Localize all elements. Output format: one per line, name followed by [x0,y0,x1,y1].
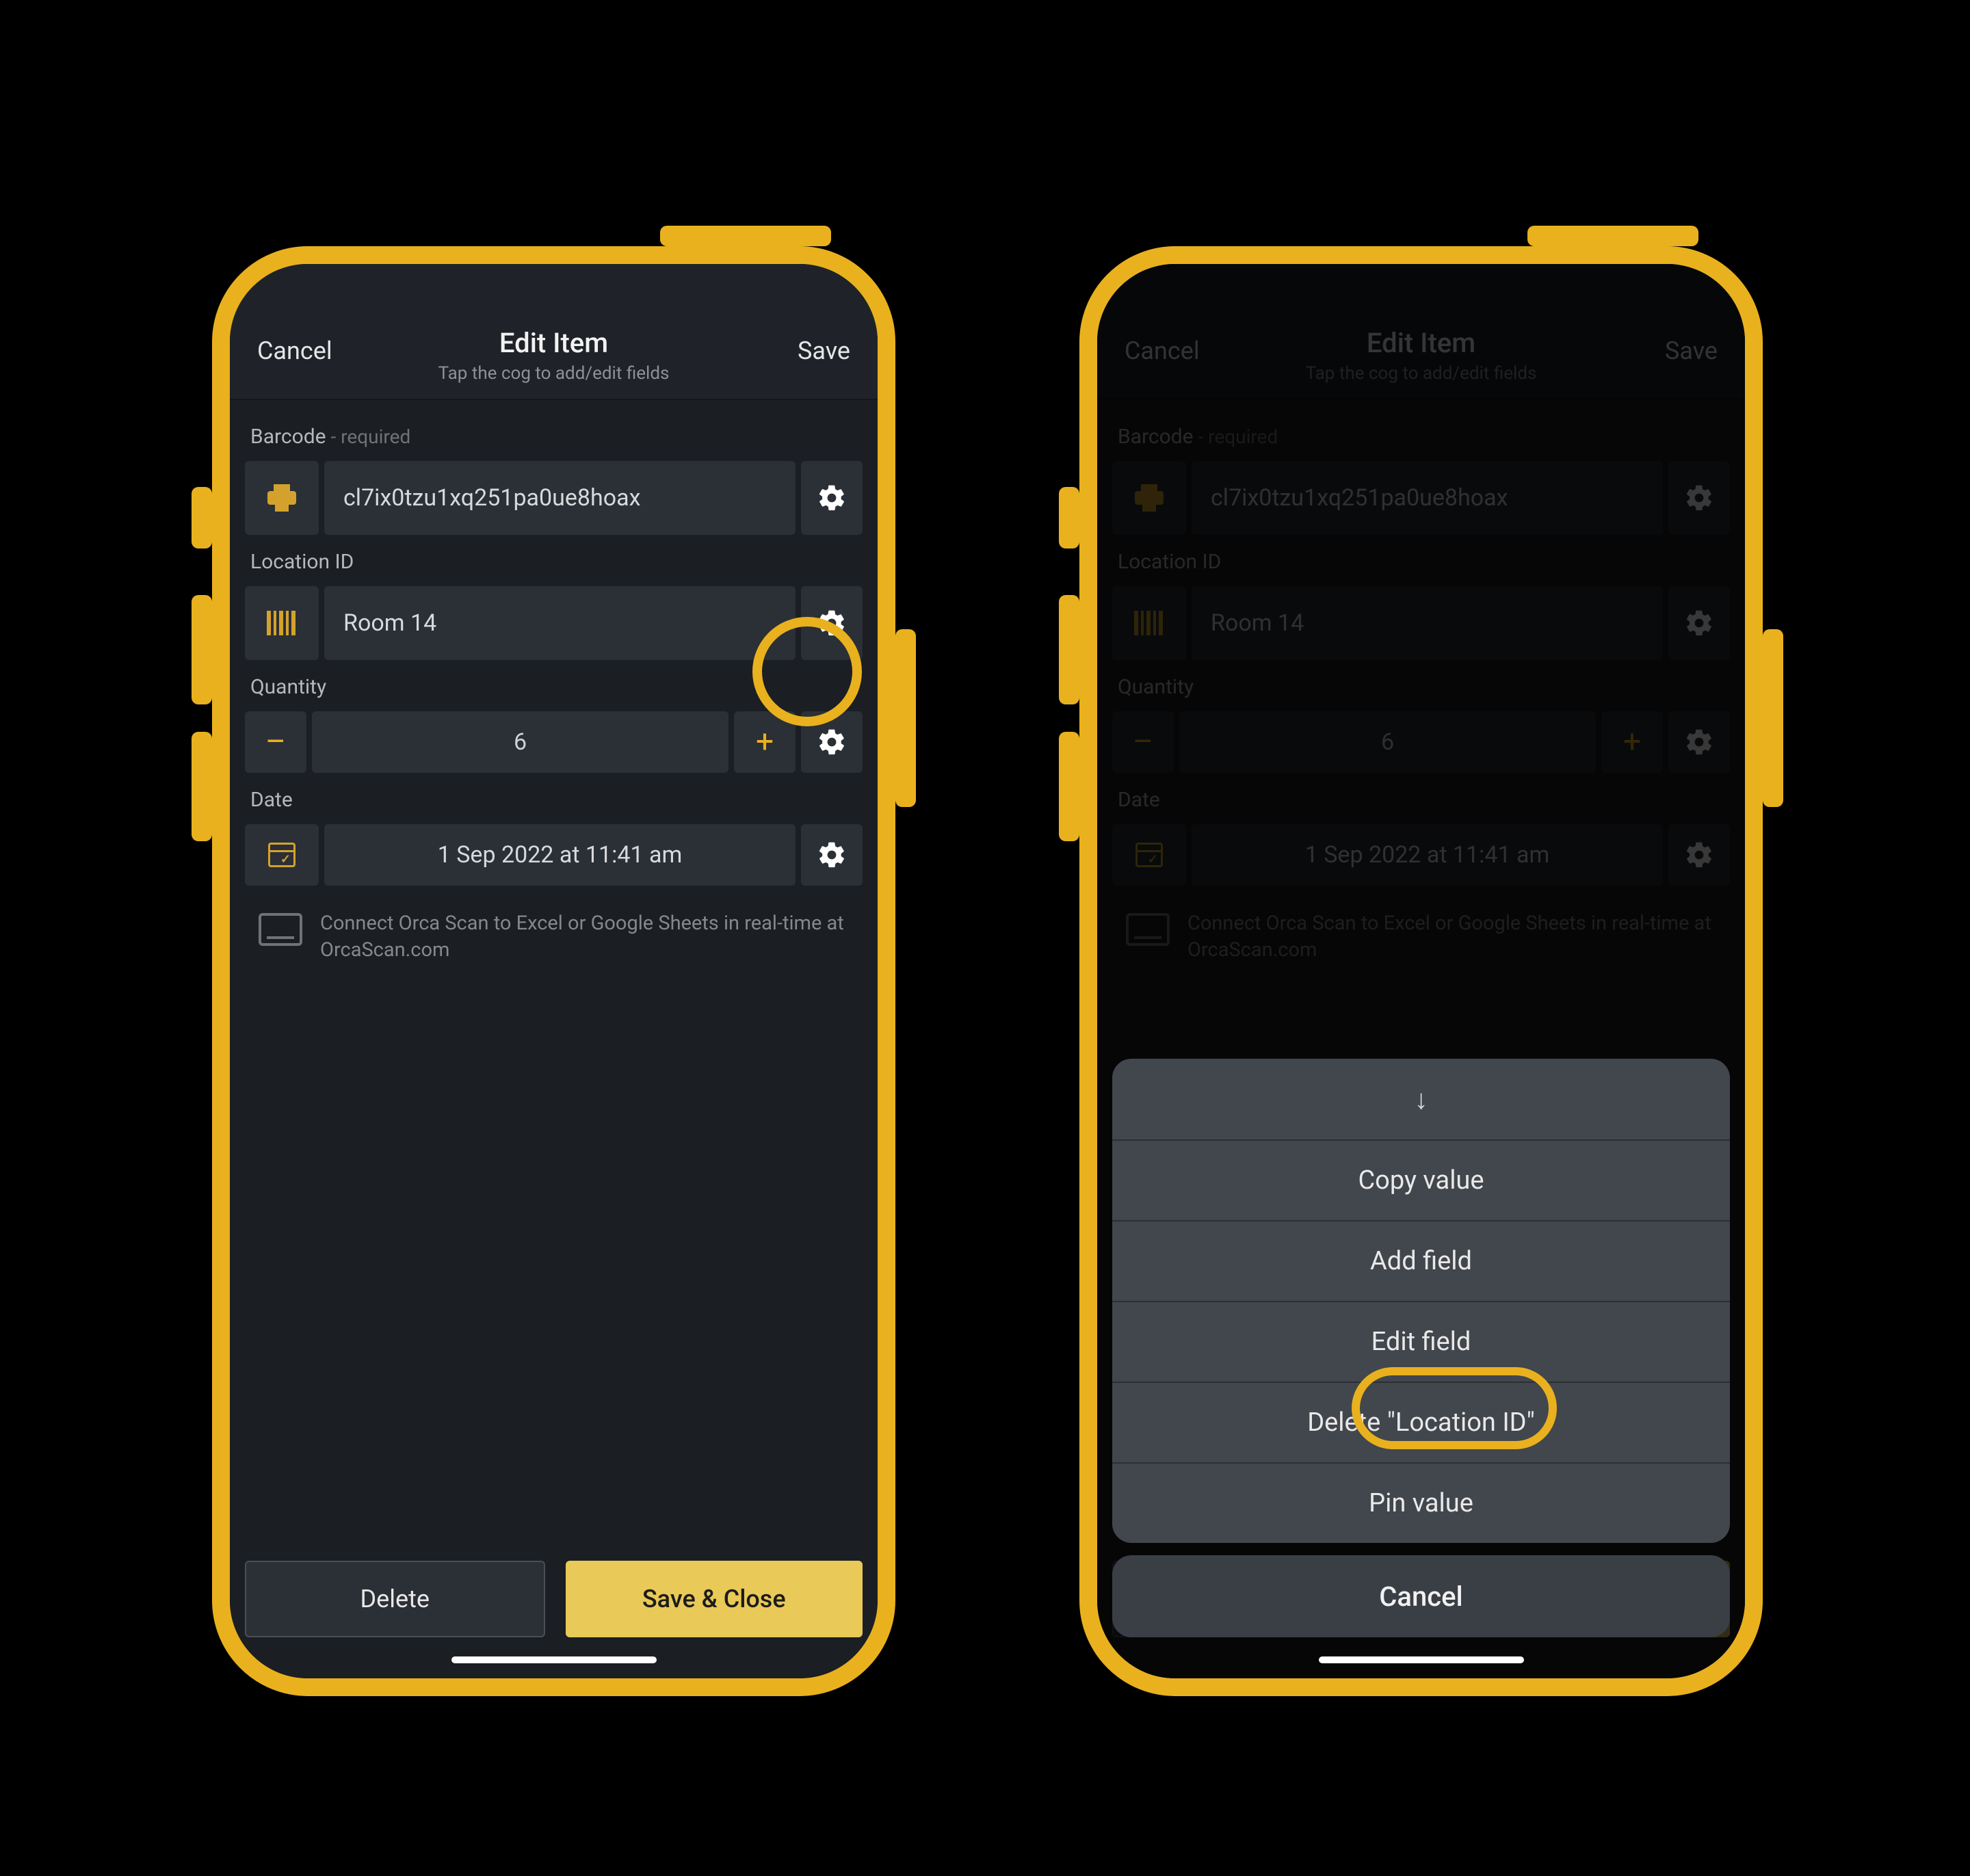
laptop-icon [259,913,302,946]
save-button[interactable]: Save [754,327,850,365]
gear-icon[interactable] [801,711,863,773]
action-sheet: ↓ Copy value Add field Edit field Delete… [1112,1059,1730,1543]
save-close-button[interactable]: Save & Close [566,1561,863,1637]
delete-button[interactable]: Delete [245,1561,545,1637]
phone-frame-right: Cancel Edit Item Tap the cog to add/edit… [1079,246,1763,1696]
gear-icon[interactable] [801,824,863,886]
print-icon[interactable] [245,461,319,535]
sheet-delete-field[interactable]: Delete "Location ID" [1112,1382,1730,1462]
cancel-button[interactable]: Cancel [257,327,353,365]
gear-icon[interactable] [801,586,863,660]
quantity-field[interactable]: 6 [312,711,728,773]
header: Cancel Edit Item Tap the cog to add/edit… [230,264,878,400]
location-label: Location ID [245,535,863,586]
arrow-down-icon: ↓ [1415,1083,1428,1115]
phone-frame-left: Cancel Edit Item Tap the cog to add/edit… [212,246,895,1696]
date-label: Date [245,773,863,824]
home-indicator [451,1656,657,1663]
calendar-icon[interactable] [245,824,319,886]
barcode-label: Barcode - required [245,410,863,461]
gear-icon[interactable] [801,461,863,535]
barcode-icon[interactable] [245,586,319,660]
sheet-copy-value[interactable]: Copy value [1112,1139,1730,1220]
quantity-minus[interactable]: – [245,711,306,773]
home-indicator [1319,1656,1524,1663]
sheet-arrow-down-icon[interactable]: ↓ [1112,1059,1730,1139]
quantity-plus[interactable]: + [734,711,796,773]
sheet-add-field[interactable]: Add field [1112,1220,1730,1301]
location-field[interactable]: Room 14 [324,586,796,660]
promo-banner: Connect Orca Scan to Excel or Google She… [245,886,863,964]
date-field[interactable]: 1 Sep 2022 at 11:41 am [324,824,796,886]
sheet-pin-value[interactable]: Pin value [1112,1462,1730,1543]
page-title: Edit Item [353,327,754,359]
barcode-field[interactable]: cl7ix0tzu1xq251pa0ue8hoax [324,461,796,535]
page-subtitle: Tap the cog to add/edit fields [353,363,754,384]
sheet-cancel-button[interactable]: Cancel [1112,1555,1730,1637]
sheet-edit-field[interactable]: Edit field [1112,1301,1730,1382]
quantity-label: Quantity [245,660,863,711]
promo-text: Connect Orca Scan to Excel or Google She… [320,910,849,964]
